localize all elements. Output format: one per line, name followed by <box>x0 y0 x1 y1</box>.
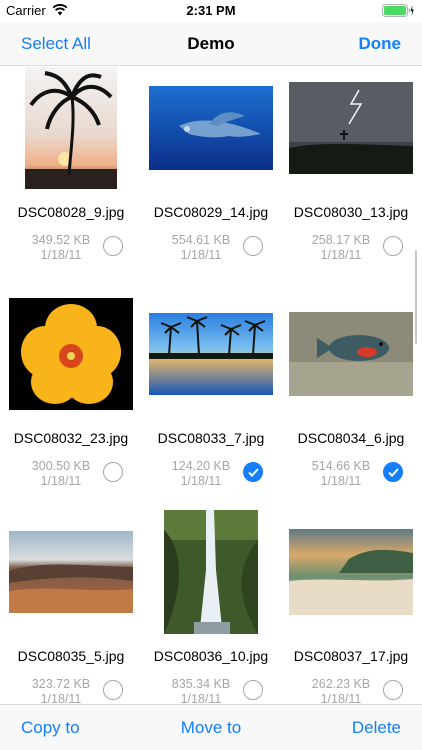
photo-cell[interactable]: DSC08028_9.jpg 349.52 KB 1/18/11 <box>1 66 141 292</box>
photo-thumbnail[interactable] <box>1 66 141 190</box>
delete-button[interactable]: Delete <box>352 718 401 738</box>
selection-checkbox[interactable] <box>243 236 263 256</box>
file-size: 300.50 KB <box>31 459 91 473</box>
file-name: DSC08030_13.jpg <box>293 204 409 220</box>
scroll-indicator[interactable] <box>415 250 417 344</box>
selection-checkbox[interactable] <box>243 462 263 482</box>
photo-thumbnail[interactable] <box>1 292 141 416</box>
photo-thumbnail[interactable] <box>281 292 421 416</box>
photo-thumbnail[interactable] <box>141 510 281 634</box>
photo-cell[interactable]: DSC08034_6.jpg 514.66 KB 1/18/11 <box>281 292 421 518</box>
lightning-storm-image <box>289 82 413 174</box>
photo-cell[interactable]: DSC08035_5.jpg 323.72 KB 1/18/11 <box>1 510 141 704</box>
file-size: 349.52 KB <box>31 233 91 247</box>
file-date: 1/18/11 <box>40 248 82 262</box>
photo-cell[interactable]: DSC08037_17.jpg 262.23 KB 1/18/11 <box>281 510 421 704</box>
volcanic-crater-image <box>9 531 133 613</box>
clock: 2:31 PM <box>186 3 236 18</box>
selection-checkbox[interactable] <box>383 236 403 256</box>
file-size: 835.34 KB <box>171 677 231 691</box>
palm-lagoon-dusk-image <box>149 313 273 395</box>
photo-thumbnail[interactable] <box>141 66 281 190</box>
yellow-hibiscus-image <box>9 298 133 410</box>
photo-grid[interactable]: DSC08028_9.jpg 349.52 KB 1/18/11 DSC0802… <box>0 66 422 704</box>
palm-tree-sunset-image <box>25 67 117 189</box>
beach-sunset-image <box>289 529 413 615</box>
file-name: DSC08036_10.jpg <box>153 648 269 664</box>
file-size: 514.66 KB <box>311 459 371 473</box>
selection-checkbox[interactable] <box>383 462 403 482</box>
file-size: 262.23 KB <box>311 677 371 691</box>
photo-thumbnail[interactable] <box>281 510 421 634</box>
file-name: DSC08035_5.jpg <box>17 648 125 664</box>
bottom-toolbar: Copy to Move to Delete <box>0 704 422 750</box>
navigation-bar: Select All Demo Done <box>0 22 422 66</box>
file-date: 1/18/11 <box>320 248 362 262</box>
file-date: 1/18/11 <box>180 474 222 488</box>
photo-cell[interactable]: DSC08033_7.jpg 124.20 KB 1/18/11 <box>141 292 281 518</box>
photo-cell[interactable]: DSC08036_10.jpg 835.34 KB 1/18/11 <box>141 510 281 704</box>
file-name: DSC08033_7.jpg <box>157 430 265 446</box>
file-size: 258.17 KB <box>311 233 371 247</box>
whale-underwater-image <box>149 86 273 170</box>
file-date: 1/18/11 <box>40 692 82 704</box>
selection-checkbox[interactable] <box>103 462 123 482</box>
file-date: 1/18/11 <box>40 474 82 488</box>
selection-checkbox[interactable] <box>383 680 403 700</box>
file-date: 1/18/11 <box>180 692 222 704</box>
file-size: 323.72 KB <box>31 677 91 691</box>
file-name: DSC08029_14.jpg <box>153 204 269 220</box>
photo-cell[interactable]: DSC08032_23.jpg 300.50 KB 1/18/11 <box>1 292 141 518</box>
photo-cell[interactable]: DSC08030_13.jpg 258.17 KB 1/18/11 <box>281 66 421 292</box>
file-size: 554.61 KB <box>171 233 231 247</box>
file-name: DSC08032_23.jpg <box>13 430 129 446</box>
waterfall-image <box>164 510 258 634</box>
file-date: 1/18/11 <box>320 474 362 488</box>
file-size: 124.20 KB <box>171 459 231 473</box>
photo-thumbnail[interactable] <box>1 510 141 634</box>
photo-cell[interactable]: DSC08029_14.jpg 554.61 KB 1/18/11 <box>141 66 281 292</box>
file-name: DSC08037_17.jpg <box>293 648 409 664</box>
file-name: DSC08034_6.jpg <box>297 430 405 446</box>
photo-thumbnail[interactable] <box>281 66 421 190</box>
selection-checkbox[interactable] <box>243 680 263 700</box>
selection-checkbox[interactable] <box>103 680 123 700</box>
selection-checkbox[interactable] <box>103 236 123 256</box>
file-date: 1/18/11 <box>180 248 222 262</box>
done-button[interactable]: Done <box>359 34 402 54</box>
status-bar: Carrier 2:31 PM <box>0 0 422 22</box>
photo-thumbnail[interactable] <box>141 292 281 416</box>
reef-fish-image <box>289 312 413 396</box>
battery-icon <box>382 4 414 17</box>
file-name: DSC08028_9.jpg <box>17 204 125 220</box>
file-date: 1/18/11 <box>320 692 362 704</box>
